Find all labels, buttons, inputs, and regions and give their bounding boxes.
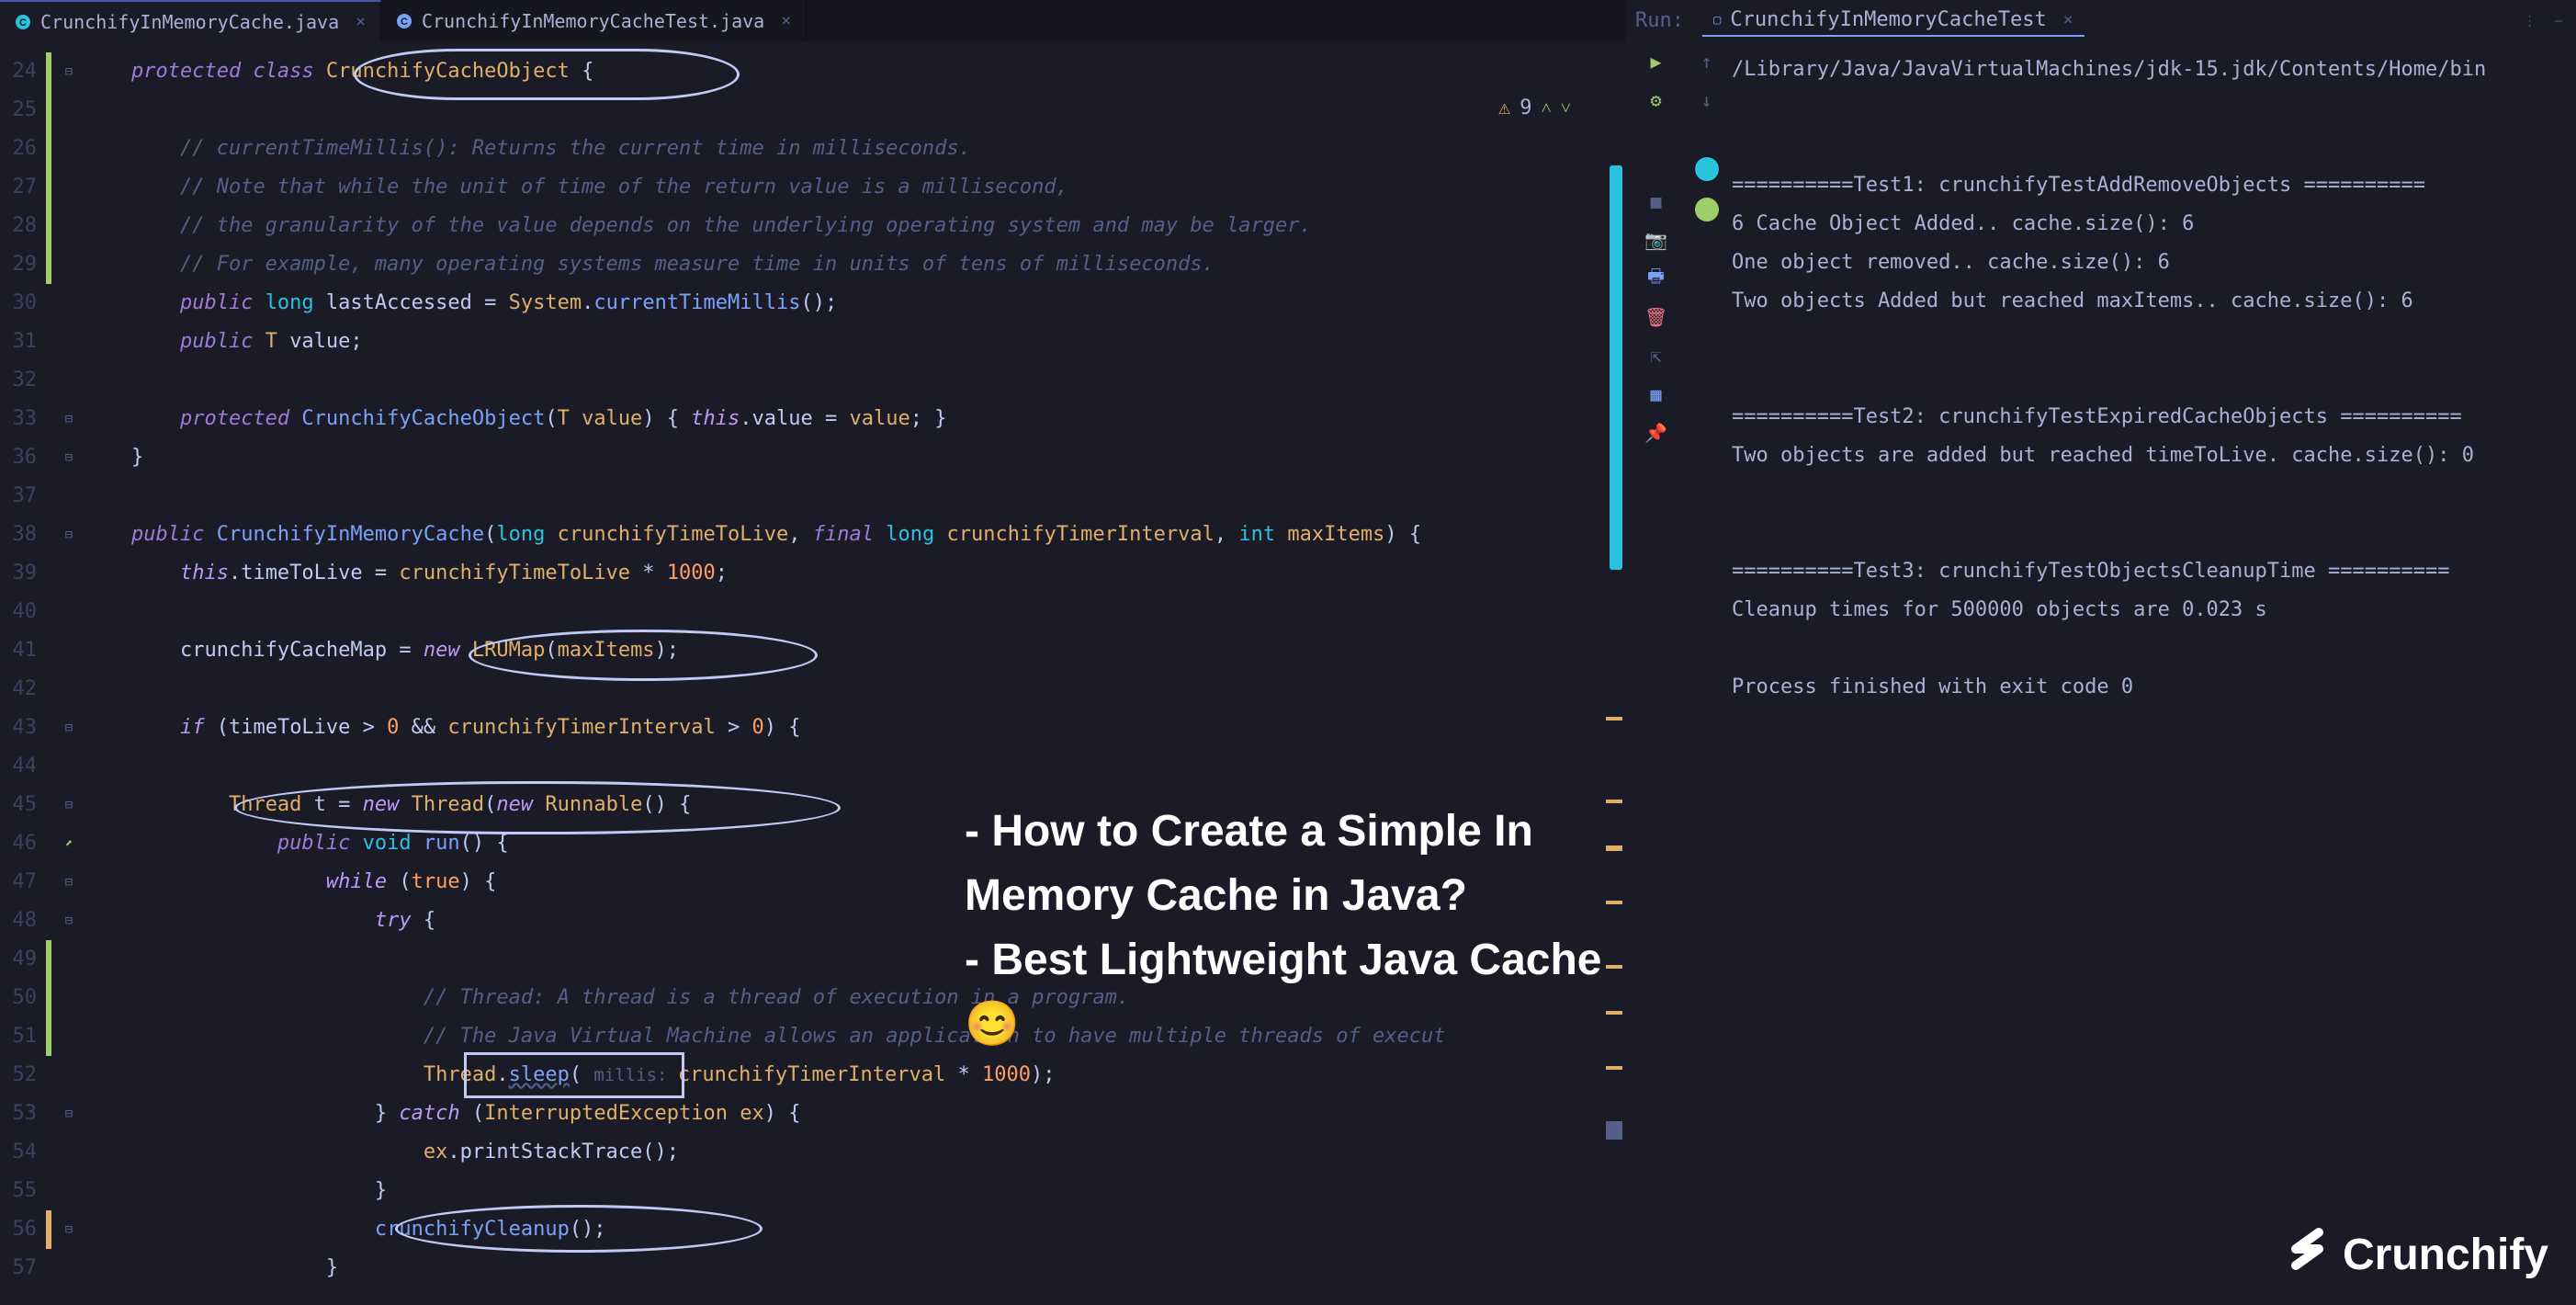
tab-file-1[interactable]: C CrunchifyInMemoryCache.java × — [0, 0, 381, 41]
run-body: ▶ ⚙ ■ 📷 🖶 🗑 ⇱ ▦ 📌 ↑ ↓ /Library/Java/Java… — [1626, 41, 2576, 1305]
close-icon[interactable]: × — [356, 12, 366, 31]
run-tab-label: CrunchifyInMemoryCacheTest — [1730, 8, 2046, 31]
run-toolbar-nav: ↑ ↓ — [1686, 41, 1727, 1305]
fold-gutter: ⊟⊟⊟⊟⊟⊟⬈⊟⊟⊟⊟ — [55, 41, 83, 1305]
close-icon[interactable]: × — [781, 11, 791, 30]
crunchify-logo: Crunchify — [2282, 1223, 2548, 1287]
export-icon[interactable]: ⇱ — [1645, 345, 1667, 367]
svg-text:C: C — [401, 17, 408, 28]
overlay-line-1: - How to Create a Simple In Memory Cache… — [965, 800, 1626, 928]
java-class-icon: C — [396, 13, 412, 29]
logo-text: Crunchify — [2343, 1230, 2548, 1280]
application-icon: ▢ — [1713, 13, 1721, 28]
avatar — [1695, 198, 1719, 221]
line-number-gutter: 2425262728293031323336373839404142434445… — [0, 41, 46, 1305]
run-label: Run: — [1635, 9, 1684, 32]
warning-count: 9 — [1520, 96, 1531, 119]
run-pane: Run: ▢ CrunchifyInMemoryCacheTest × ⋮ — … — [1626, 0, 2576, 1305]
svg-text:C: C — [19, 17, 27, 28]
pin-icon[interactable]: 📌 — [1645, 422, 1667, 444]
console-output[interactable]: /Library/Java/JavaVirtualMachines/jdk-15… — [1727, 41, 2576, 1305]
trash-icon[interactable]: 🗑 — [1645, 306, 1667, 328]
print-icon[interactable]: 🖶 — [1645, 267, 1667, 289]
run-tab[interactable]: ▢ CrunchifyInMemoryCacheTest × — [1702, 5, 2085, 37]
tab-file-2[interactable]: C CrunchifyInMemoryCacheTest.java × — [381, 0, 807, 41]
error-stripe[interactable] — [1606, 1066, 1622, 1070]
minimize-icon[interactable]: — — [2555, 14, 2562, 28]
editor-body[interactable]: 2425262728293031323336373839404142434445… — [0, 41, 1626, 1305]
overlay-line-2: - Best Lightweight Java Cache 😊 — [965, 928, 1626, 1057]
settings-icon[interactable]: ⚙ — [1645, 89, 1667, 111]
vcs-change-bar — [46, 41, 55, 1305]
tab-label: CrunchifyInMemoryCacheTest.java — [422, 10, 764, 32]
editor-tabs: C CrunchifyInMemoryCache.java × C Crunch… — [0, 0, 1626, 41]
editor-scrollbar[interactable] — [1608, 83, 1626, 1305]
java-class-icon: C — [15, 14, 31, 30]
code-area[interactable]: protected class CrunchifyCacheObject { /… — [83, 41, 1626, 1305]
error-stripe[interactable] — [1606, 717, 1622, 721]
layout-icon[interactable]: ▦ — [1645, 383, 1667, 405]
overlay-caption: - How to Create a Simple In Memory Cache… — [965, 800, 1626, 1057]
inspection-badge[interactable]: ⚠ 9 ˄ ˅ — [1498, 96, 1571, 119]
nav-up-icon[interactable]: ˄ — [1541, 96, 1551, 119]
down-icon[interactable]: ↓ — [1696, 89, 1718, 111]
nav-down-icon[interactable]: ˅ — [1561, 96, 1571, 119]
close-icon[interactable]: × — [2063, 10, 2073, 29]
avatar — [1695, 157, 1719, 181]
error-stripe[interactable] — [1606, 1121, 1622, 1140]
up-icon[interactable]: ↑ — [1696, 51, 1718, 73]
run-header: Run: ▢ CrunchifyInMemoryCacheTest × ⋮ — — [1626, 0, 2576, 41]
rerun-icon[interactable]: ▶ — [1645, 51, 1667, 73]
more-icon[interactable]: ⋮ — [2524, 14, 2536, 28]
editor-pane: C CrunchifyInMemoryCache.java × C Crunch… — [0, 0, 1626, 1305]
warning-icon: ⚠ — [1498, 96, 1510, 119]
camera-icon[interactable]: 📷 — [1645, 229, 1667, 251]
logo-icon — [2282, 1223, 2333, 1287]
tab-label: CrunchifyInMemoryCache.java — [40, 11, 339, 33]
stop-icon[interactable]: ■ — [1645, 190, 1667, 212]
scrollbar-thumb[interactable] — [1610, 165, 1622, 570]
run-toolbar-left: ▶ ⚙ ■ 📷 🖶 🗑 ⇱ ▦ 📌 — [1626, 41, 1686, 1305]
